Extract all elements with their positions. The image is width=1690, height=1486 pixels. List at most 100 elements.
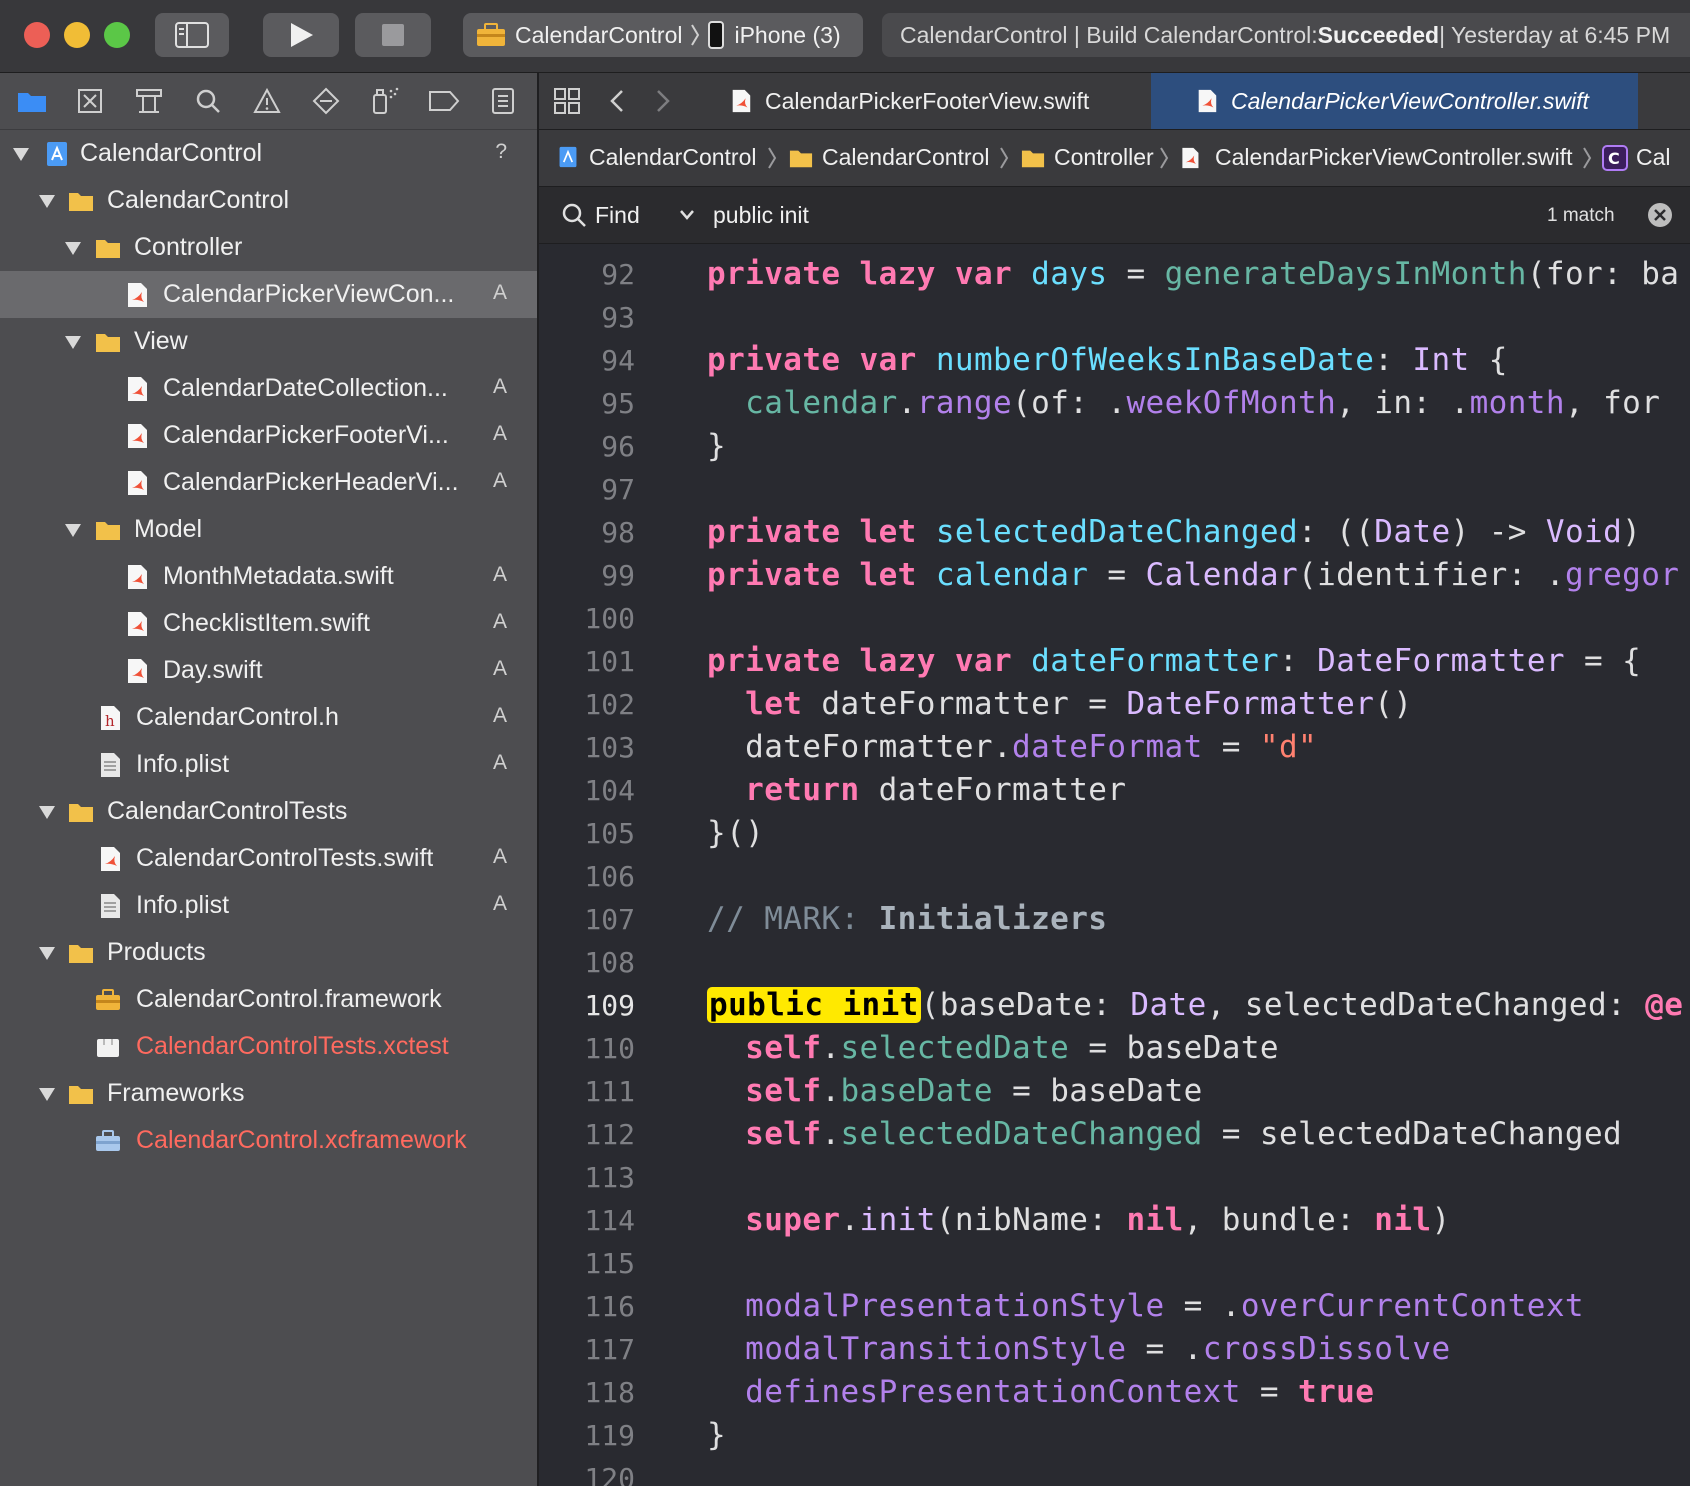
swift-file-icon — [128, 283, 147, 307]
tree-item-label: Model — [134, 515, 203, 543]
disclosure-triangle-icon[interactable] — [12, 145, 30, 163]
code-area[interactable]: 92 private lazy var days = generateDaysIn… — [539, 244, 1690, 1486]
clear-search-icon[interactable] — [1647, 202, 1673, 228]
tree-item-calendarpickerheaderview[interactable]: CalendarPickerHeaderVi... A — [0, 459, 537, 506]
line-number: 98 — [601, 516, 635, 549]
find-mode-label[interactable]: Find — [595, 202, 640, 229]
chevron-right-icon[interactable] — [655, 89, 671, 113]
scheme-selector[interactable]: CalendarControl iPhone (3) — [463, 13, 863, 57]
disclosure-triangle-icon[interactable] — [38, 944, 56, 962]
tree-item-project[interactable]: CalendarControl ? — [0, 130, 537, 177]
symbol-navigator-tab[interactable] — [133, 85, 165, 117]
line-number: 94 — [601, 344, 635, 377]
disclosure-triangle-icon[interactable] — [38, 192, 56, 210]
breadcrumb-folder[interactable]: Controller — [1054, 144, 1154, 171]
report-navigator-tab[interactable] — [487, 85, 519, 117]
tab-view-controller[interactable]: CalendarPickerViewController.swift — [1151, 73, 1638, 129]
status-badge: A — [492, 610, 507, 633]
source-control-tab[interactable] — [74, 85, 106, 117]
project-navigator-tab[interactable] — [16, 85, 48, 117]
tree-group-frameworks[interactable]: Frameworks — [0, 1070, 537, 1117]
tree-item-tests-info-plist[interactable]: Info.plist A — [0, 882, 537, 929]
line-number: 108 — [584, 946, 635, 979]
disclosure-triangle-icon[interactable] — [64, 239, 82, 257]
tree-item-framework-product[interactable]: CalendarControl.framework — [0, 976, 537, 1023]
stop-button[interactable] — [355, 13, 431, 57]
tree-item-label: ChecklistItem.swift — [163, 609, 370, 637]
line-number: 109 — [584, 989, 635, 1022]
disclosure-triangle-icon[interactable] — [64, 333, 82, 351]
tree-item-xctest-product[interactable]: CalendarControlTests.xctest — [0, 1023, 537, 1070]
breadcrumb-project[interactable]: CalendarControl — [589, 144, 756, 171]
issue-navigator-tab[interactable] — [251, 85, 283, 117]
line-number: 100 — [584, 602, 635, 635]
code-text: super.init(nibName: nil, bundle: nil) — [745, 1202, 1451, 1238]
line-number: 96 — [601, 430, 635, 463]
tree-item-day[interactable]: Day.swift A — [0, 647, 537, 694]
tree-item-calendardatecollection[interactable]: CalendarDateCollection... A — [0, 365, 537, 412]
tree-group-calendarcontrol[interactable]: CalendarControl — [0, 177, 537, 224]
find-navigator-tab[interactable] — [192, 85, 224, 117]
chevron-down-icon[interactable] — [679, 209, 695, 221]
breadcrumb-file[interactable]: CalendarPickerViewController.swift — [1215, 144, 1573, 171]
run-button[interactable] — [263, 13, 339, 57]
code-line: 117 modalTransitionStyle = .crossDissolv… — [539, 1329, 1690, 1372]
line-number: 113 — [584, 1161, 635, 1194]
test-navigator-tab[interactable] — [310, 85, 342, 117]
tree-group-calendarcontroltests[interactable]: CalendarControlTests — [0, 788, 537, 835]
tree-item-label: MonthMetadata.swift — [163, 562, 394, 590]
tree-item-info-plist[interactable]: Info.plist A — [0, 741, 537, 788]
toggle-navigator-button[interactable] — [155, 13, 229, 57]
breadcrumb-group[interactable]: CalendarControl — [822, 144, 989, 171]
tree-group-controller[interactable]: Controller — [0, 224, 537, 271]
code-line: 106 — [539, 856, 1690, 899]
code-line: 111 self.baseDate = baseDate — [539, 1071, 1690, 1114]
tree-item-label: Controller — [134, 233, 243, 261]
grid-icon[interactable] — [553, 87, 581, 115]
line-number: 103 — [584, 731, 635, 764]
xcode-project-icon — [559, 146, 577, 168]
tree-item-calendarpickerviewcontroller[interactable]: CalendarPickerViewCon... A — [0, 271, 537, 318]
line-number: 111 — [584, 1075, 635, 1108]
tree-item-calendarcontroltests-swift[interactable]: CalendarControlTests.swift A — [0, 835, 537, 882]
test-bundle-icon — [97, 1039, 119, 1057]
tree-item-calendarpickerfooterview[interactable]: CalendarPickerFooterVi... A — [0, 412, 537, 459]
close-window-button[interactable] — [24, 22, 50, 48]
chevron-right-icon — [1000, 147, 1009, 169]
tree-group-model[interactable]: Model — [0, 506, 537, 553]
window-toolbar: CalendarControl iPhone (3) CalendarContr… — [0, 0, 1690, 73]
plist-file-icon — [101, 753, 120, 777]
search-icon — [196, 89, 220, 113]
tree-item-label: Info.plist — [136, 750, 230, 778]
tree-item-checklistitem[interactable]: ChecklistItem.swift A — [0, 600, 537, 647]
tree-item-monthmetadata[interactable]: MonthMetadata.swift A — [0, 553, 537, 600]
find-input[interactable] — [711, 197, 1495, 233]
debug-navigator-tab[interactable] — [369, 85, 401, 117]
code-text: dateFormatter.dateFormat = "d" — [707, 729, 1318, 765]
code-line: 92 private lazy var days = generateDaysIn… — [539, 254, 1690, 297]
line-number: 104 — [584, 774, 635, 807]
zoom-window-button[interactable] — [104, 22, 130, 48]
status-badge: A — [492, 375, 507, 398]
tree-item-calendarcontrol-h[interactable]: h CalendarControl.h A — [0, 694, 537, 741]
chevron-left-icon[interactable] — [609, 89, 625, 113]
breakpoint-navigator-tab[interactable] — [428, 85, 460, 117]
breadcrumb-symbol[interactable]: Cal — [1636, 144, 1671, 171]
tree-item-label: Info.plist — [136, 891, 230, 919]
status-badge: A — [492, 657, 507, 680]
disclosure-triangle-icon[interactable] — [38, 1085, 56, 1103]
tree-item-xcframework[interactable]: CalendarControl.xcframework — [0, 1117, 537, 1164]
code-text: self.selectedDateChanged = selectedDateC… — [745, 1116, 1623, 1152]
disclosure-triangle-icon[interactable] — [64, 521, 82, 539]
tree-group-products[interactable]: Products — [0, 929, 537, 976]
source-editor: CalendarPickerFooterView.swift CalendarP… — [539, 73, 1690, 1486]
minimize-window-button[interactable] — [64, 22, 90, 48]
code-line: 97 — [539, 469, 1690, 512]
search-icon — [562, 203, 586, 227]
status-badge: A — [492, 751, 507, 774]
diamond-icon — [312, 87, 340, 115]
disclosure-triangle-icon[interactable] — [38, 803, 56, 821]
swift-file-icon — [128, 471, 147, 495]
tree-group-view[interactable]: View — [0, 318, 537, 365]
swift-file-icon — [101, 847, 120, 871]
